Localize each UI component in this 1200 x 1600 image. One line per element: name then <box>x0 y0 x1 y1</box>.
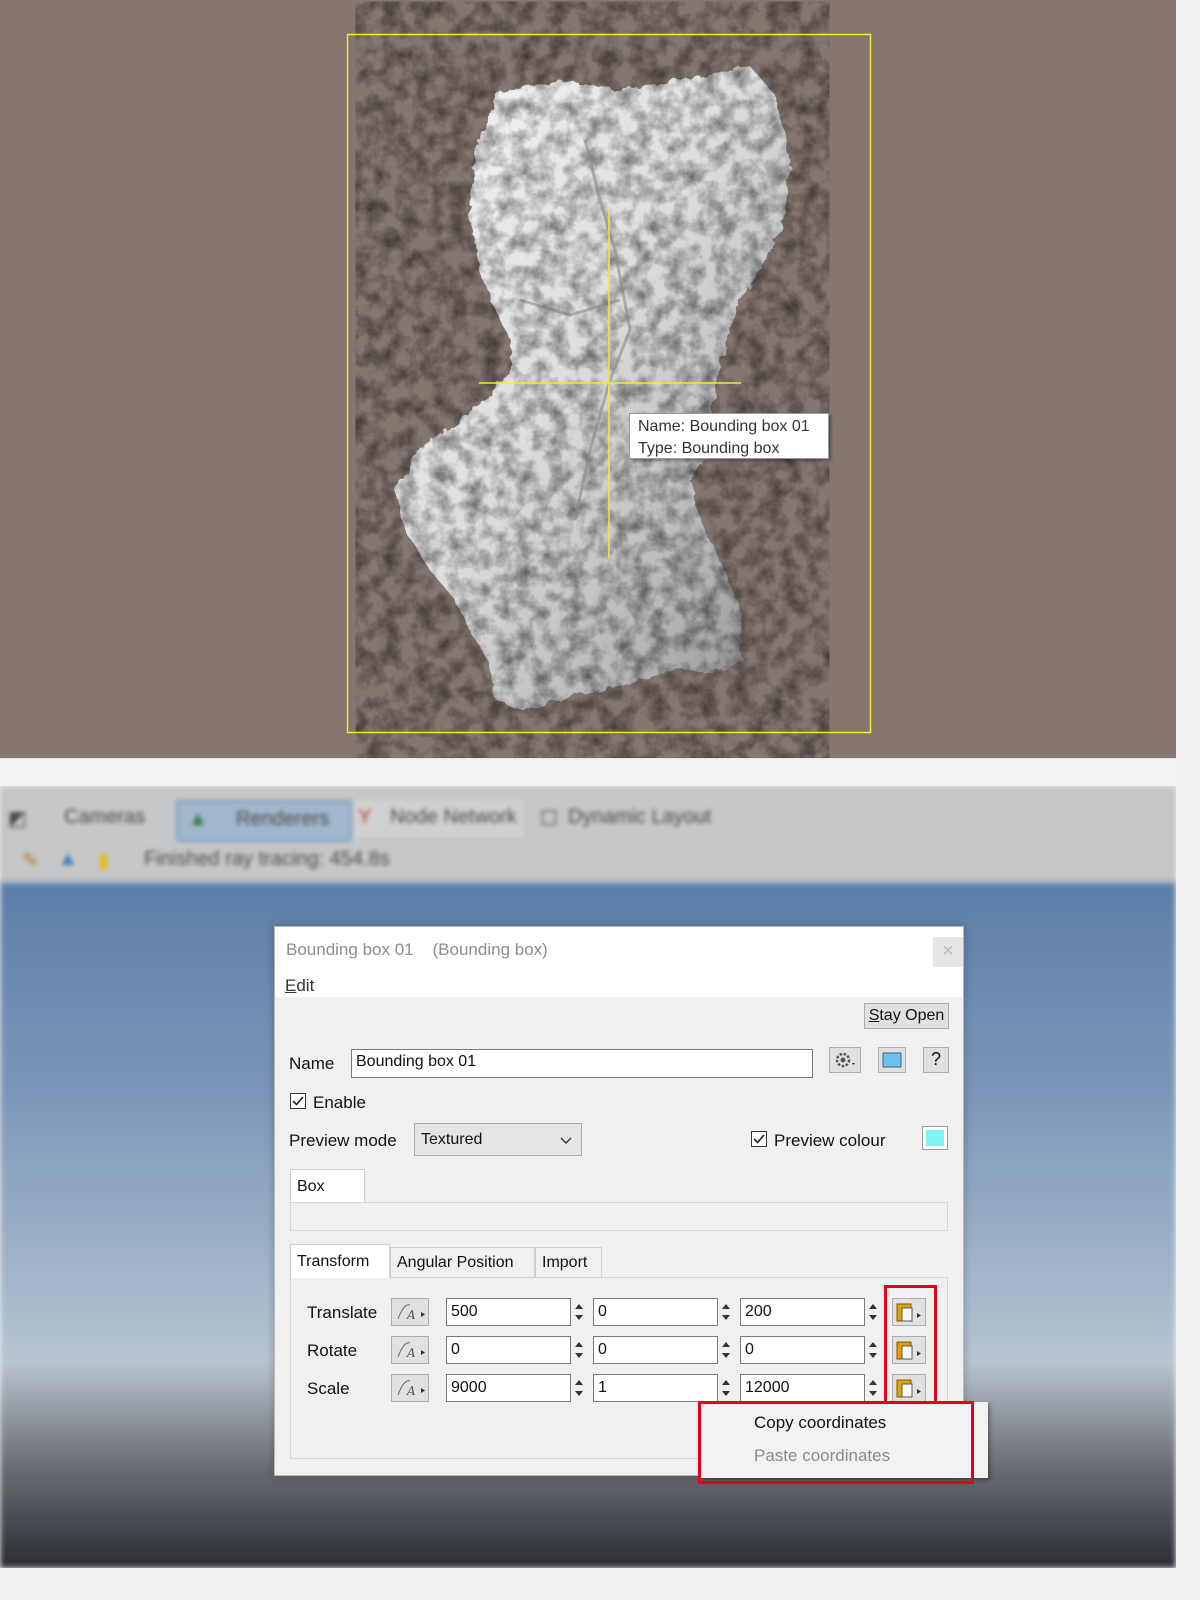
scale-z-input[interactable]: 12000 <box>740 1374 865 1402</box>
spinner-arrows-icon <box>869 1342 877 1358</box>
translate-y-spinner[interactable] <box>719 1298 733 1326</box>
scale-label: Scale <box>307 1379 350 1398</box>
3d-viewport[interactable]: Name: Bounding box 01 Type: Bounding box <box>0 0 1176 758</box>
scale-x-spinner[interactable] <box>572 1374 586 1402</box>
terrain-mesh <box>395 66 790 710</box>
object-tooltip: Name: Bounding box 01 Type: Bounding box <box>629 413 829 459</box>
rotate-z-input[interactable]: 0 <box>740 1336 865 1364</box>
translate-z-input[interactable]: 200 <box>740 1298 865 1326</box>
translate-x-input[interactable]: 500 <box>446 1298 571 1326</box>
rotate-y-input[interactable]: 0 <box>593 1336 718 1364</box>
tab-transform[interactable]: Transform <box>290 1244 390 1278</box>
light-icon[interactable]: ▮ <box>98 848 109 873</box>
bounding-box-dialog: Bounding box 01 (Bounding box) ✕ Edit St… <box>274 926 964 1476</box>
tab-renderers-label: Renderers <box>236 808 330 830</box>
spinner-arrows-icon <box>722 1380 730 1396</box>
mountain-icon[interactable]: ▲ <box>58 848 78 871</box>
tab-node-network-label: Node Network <box>390 806 517 828</box>
settings-menu-button[interactable] <box>829 1047 861 1073</box>
dynamic-layout-checkbox-icon[interactable]: ☐ <box>540 806 558 831</box>
tab-renderers[interactable]: ▲ Renderers <box>176 800 352 842</box>
svg-text:A: A <box>406 1384 416 1398</box>
translate-function-button[interactable]: A <box>391 1298 429 1326</box>
tooltip-name: Name: Bounding box 01 <box>638 418 810 435</box>
box-panel <box>290 1202 948 1231</box>
context-menu-highlight <box>698 1401 974 1484</box>
help-button[interactable]: ? <box>923 1047 949 1073</box>
checkmark-icon <box>753 1134 765 1144</box>
viewport-scene <box>346 33 872 734</box>
scale-z-spinner[interactable] <box>866 1374 880 1402</box>
renderers-icon: ▲ <box>188 808 208 830</box>
preview-window-button[interactable] <box>878 1047 906 1073</box>
spinner-arrows-icon <box>869 1380 877 1396</box>
rotate-x-spinner[interactable] <box>572 1336 586 1364</box>
scale-x-input[interactable]: 9000 <box>446 1374 571 1402</box>
function-icon: A <box>397 1304 425 1322</box>
dialog-title: Bounding box 01 (Bounding box) <box>286 940 548 959</box>
window-icon <box>882 1052 902 1068</box>
spinner-arrows-icon <box>869 1304 877 1320</box>
function-icon: A <box>397 1380 425 1398</box>
spinner-arrows-icon <box>575 1304 583 1320</box>
chevron-down-icon <box>560 1137 572 1144</box>
tab-angular-position[interactable]: Angular Position <box>390 1247 535 1278</box>
name-label: Name <box>289 1054 335 1073</box>
scale-function-button[interactable]: A <box>391 1374 429 1402</box>
spinner-arrows-icon <box>722 1304 730 1320</box>
clipboard-buttons-highlight <box>884 1285 937 1405</box>
enable-label: Enable <box>313 1093 366 1112</box>
scale-y-spinner[interactable] <box>719 1374 733 1402</box>
image-separator <box>0 758 1176 787</box>
preview-colour-checkbox[interactable] <box>751 1131 767 1147</box>
rotate-y-spinner[interactable] <box>719 1336 733 1364</box>
menu-bar: Edit <box>275 973 963 997</box>
tab-cameras[interactable]: Cameras <box>64 806 145 829</box>
rotate-function-button[interactable]: A <box>391 1336 429 1364</box>
svg-text:A: A <box>406 1308 416 1322</box>
preview-mode-value: Textured <box>421 1131 483 1148</box>
rotate-label: Rotate <box>307 1341 358 1360</box>
function-icon: A <box>397 1342 425 1360</box>
spinner-arrows-icon <box>575 1380 583 1396</box>
preview-mode-label: Preview mode <box>289 1131 397 1150</box>
svg-text:A: A <box>406 1346 416 1360</box>
dialog-titlebar[interactable]: Bounding box 01 (Bounding box) ✕ <box>275 927 963 973</box>
enable-checkbox[interactable] <box>290 1093 306 1109</box>
rotate-x-input[interactable]: 0 <box>446 1336 571 1364</box>
tab-dynamic-layout[interactable]: Dynamic Layout <box>568 806 711 829</box>
stay-open-button[interactable]: Stay Open <box>864 1003 949 1029</box>
translate-y-input[interactable]: 0 <box>593 1298 718 1326</box>
status-text: Finished ray tracing: 454.8s <box>144 848 390 870</box>
translate-x-spinner[interactable] <box>572 1298 586 1326</box>
spinner-arrows-icon <box>722 1342 730 1358</box>
checkmark-icon <box>292 1096 304 1106</box>
help-icon: ? <box>930 1049 941 1069</box>
translate-z-spinner[interactable] <box>866 1298 880 1326</box>
spinner-arrows-icon <box>575 1342 583 1358</box>
close-icon[interactable]: ✕ <box>933 937 963 967</box>
translate-label: Translate <box>307 1303 378 1322</box>
scale-y-input[interactable]: 1 <box>593 1374 718 1402</box>
tab-import[interactable]: Import <box>535 1247 602 1278</box>
preview-colour-label: Preview colour <box>774 1131 886 1150</box>
brush-icon[interactable]: ✎ <box>22 848 39 873</box>
toolbar-icon: ◩ <box>8 808 27 830</box>
gear-icon <box>835 1052 855 1068</box>
tooltip-type: Type: Bounding box <box>638 440 780 457</box>
name-field[interactable]: Bounding box 01 <box>351 1049 813 1078</box>
tab-node-network[interactable]: Y Node Network <box>354 800 524 838</box>
colour-fill <box>926 1130 944 1146</box>
main-toolbar: ◩ Cameras ▲ Renderers Y Node Network ☐ D… <box>0 786 1176 882</box>
node-network-icon: Y <box>358 806 372 828</box>
preview-colour-swatch[interactable] <box>922 1126 948 1150</box>
menu-edit[interactable]: Edit <box>285 976 314 996</box>
tab-box[interactable]: Box <box>290 1169 365 1203</box>
rotate-z-spinner[interactable] <box>866 1336 880 1364</box>
preview-mode-select[interactable]: Textured <box>414 1123 582 1156</box>
